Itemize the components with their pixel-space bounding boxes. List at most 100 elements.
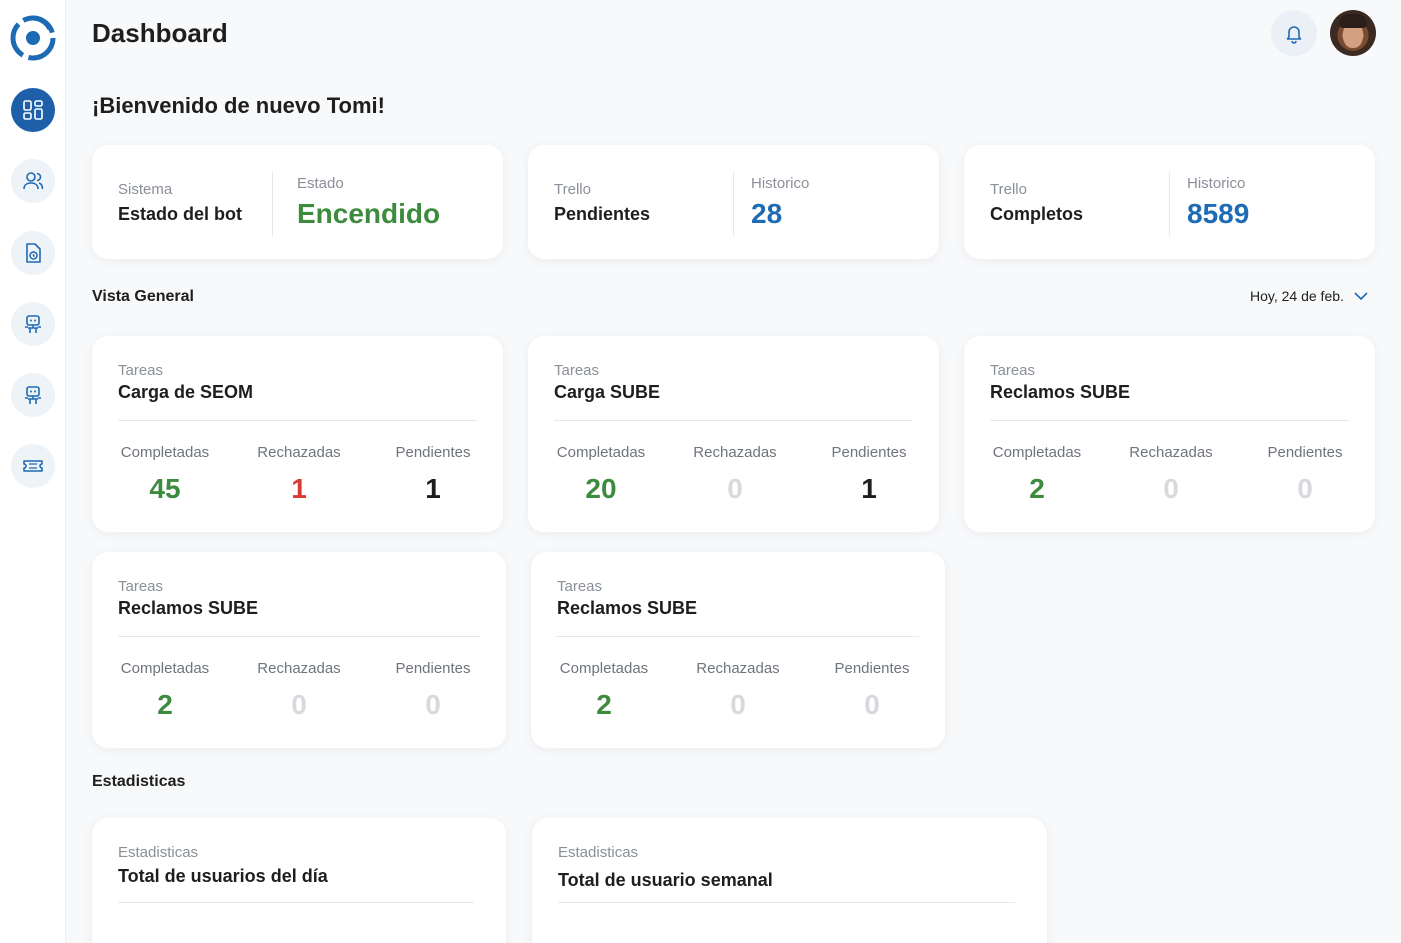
divider [118, 420, 477, 421]
sidebar-item-reports[interactable] [11, 231, 55, 275]
trello-completed-card: Trello Completos Historico 8589 [964, 145, 1375, 259]
divider [557, 636, 919, 637]
stats-name: Total de usuarios del día [118, 866, 328, 886]
divider [272, 172, 273, 236]
divider [118, 636, 480, 637]
metric-completed: Completadas 20 [546, 444, 656, 505]
card-kicker: Historico [1187, 175, 1246, 192]
divider [990, 420, 1349, 421]
metric-label: Rechazadas [696, 660, 780, 677]
metric-pending: Pendientes 1 [814, 444, 924, 505]
stats-kicker: Estadisticas [558, 844, 639, 861]
sidebar-item-dashboard[interactable] [11, 88, 55, 132]
date-filter-dropdown[interactable]: Hoy, 24 de feb. [1250, 288, 1368, 304]
sidebar-item-tickets[interactable] [11, 444, 55, 488]
sidebar-item-bot-2[interactable] [11, 373, 55, 417]
statistics-title: Estadisticas [92, 773, 186, 790]
card-title: Estado del bot [118, 204, 243, 224]
metric-pending: Pendientes 0 [1250, 444, 1360, 505]
notifications-button[interactable] [1271, 10, 1317, 56]
divider [118, 902, 474, 903]
task-card: Tareas Reclamos SUBE Completadas 2 Recha… [531, 552, 945, 748]
welcome-message: ¡Bienvenido de nuevo Tomi! [92, 93, 385, 118]
date-filter-label: Hoy, 24 de feb. [1250, 288, 1344, 304]
metric-value: 0 [730, 689, 746, 720]
overview-title: Vista General [92, 288, 194, 305]
metric-rejected: Rechazadas 0 [680, 444, 790, 505]
task-name: Reclamos SUBE [118, 598, 259, 618]
task-card: Tareas Reclamos SUBE Completadas 2 Recha… [92, 552, 506, 748]
metric-value: 20 [585, 473, 617, 504]
metric-completed: Completadas 2 [110, 660, 220, 721]
page-title: Dashboard [92, 18, 228, 48]
sidebar-item-users[interactable] [11, 159, 55, 203]
task-name: Reclamos SUBE [557, 598, 698, 618]
document-clock-icon [26, 243, 41, 263]
task-name: Carga de SEOM [118, 382, 254, 402]
metric-label: Completadas [559, 660, 649, 677]
metric-value: 0 [1163, 473, 1179, 504]
user-avatar[interactable] [1330, 10, 1376, 56]
divider [1169, 172, 1170, 236]
metric-value: 0 [727, 473, 743, 504]
stats-name: Total de usuario semanal [558, 870, 773, 890]
sidebar-item-bot-1[interactable] [11, 302, 55, 346]
task-kicker: Tareas [557, 578, 603, 595]
card-kicker: Historico [751, 175, 810, 192]
robot-icon [25, 315, 41, 333]
trello-completed-value: 8589 [1187, 198, 1250, 229]
metric-label: Pendientes [834, 660, 910, 677]
metric-label: Pendientes [1267, 444, 1343, 461]
metric-label: Completadas [992, 444, 1082, 461]
metric-value: 1 [425, 473, 441, 504]
metric-label: Pendientes [831, 444, 907, 461]
metric-pending: Pendientes 0 [817, 660, 927, 721]
bot-status-value: Encendido [297, 198, 441, 229]
trello-pending-card: Trello Pendientes Historico 28 [528, 145, 939, 259]
weekly-users-card: Estadisticas Total de usuario semanal [532, 818, 1047, 943]
metric-rejected: Rechazadas 0 [244, 660, 354, 721]
metric-rejected: Rechazadas 0 [683, 660, 793, 721]
metric-completed: Completadas 2 [982, 444, 1092, 505]
app-logo-icon[interactable] [10, 15, 56, 61]
metric-label: Rechazadas [693, 444, 777, 461]
card-kicker: Trello [990, 181, 1027, 198]
metric-value: 2 [596, 689, 612, 720]
divider [558, 902, 1015, 903]
metric-value: 2 [157, 689, 173, 720]
task-card: Tareas Carga SUBE Completadas 20 Rechaza… [528, 336, 939, 532]
metric-value: 2 [1029, 473, 1045, 504]
sidebar [0, 0, 66, 943]
metric-label: Rechazadas [257, 444, 341, 461]
metric-value: 0 [291, 689, 307, 720]
task-kicker: Tareas [990, 362, 1036, 379]
ticket-icon [23, 460, 43, 472]
metric-rejected: Rechazadas 0 [1116, 444, 1226, 505]
task-card: Tareas Carga de SEOM Completadas 45 Rech… [92, 336, 503, 532]
metric-label: Pendientes [395, 660, 471, 677]
metric-label: Completadas [556, 444, 646, 461]
task-kicker: Tareas [118, 578, 164, 595]
trello-pending-value: 28 [751, 198, 783, 229]
card-kicker: Sistema [118, 181, 173, 198]
bot-status-card: Sistema Estado del bot Estado Encendido [92, 145, 503, 259]
metric-completed: Completadas 45 [110, 444, 220, 505]
metric-label: Completadas [120, 660, 210, 677]
metric-value: 45 [149, 473, 181, 504]
card-kicker: Trello [554, 181, 591, 198]
chevron-down-icon [1354, 292, 1368, 301]
task-name: Reclamos SUBE [990, 382, 1131, 402]
bell-icon [1286, 26, 1302, 44]
divider [554, 420, 913, 421]
metric-completed: Completadas 2 [549, 660, 659, 721]
metric-label: Pendientes [395, 444, 471, 461]
metric-value: 0 [1297, 473, 1313, 504]
metric-value: 0 [425, 689, 441, 720]
metric-pending: Pendientes 1 [378, 444, 488, 505]
card-title: Completos [990, 204, 1084, 224]
stats-kicker: Estadisticas [118, 844, 199, 861]
card-title: Pendientes [554, 204, 651, 224]
task-kicker: Tareas [554, 362, 600, 379]
metric-label: Rechazadas [1129, 444, 1213, 461]
metric-label: Completadas [120, 444, 210, 461]
